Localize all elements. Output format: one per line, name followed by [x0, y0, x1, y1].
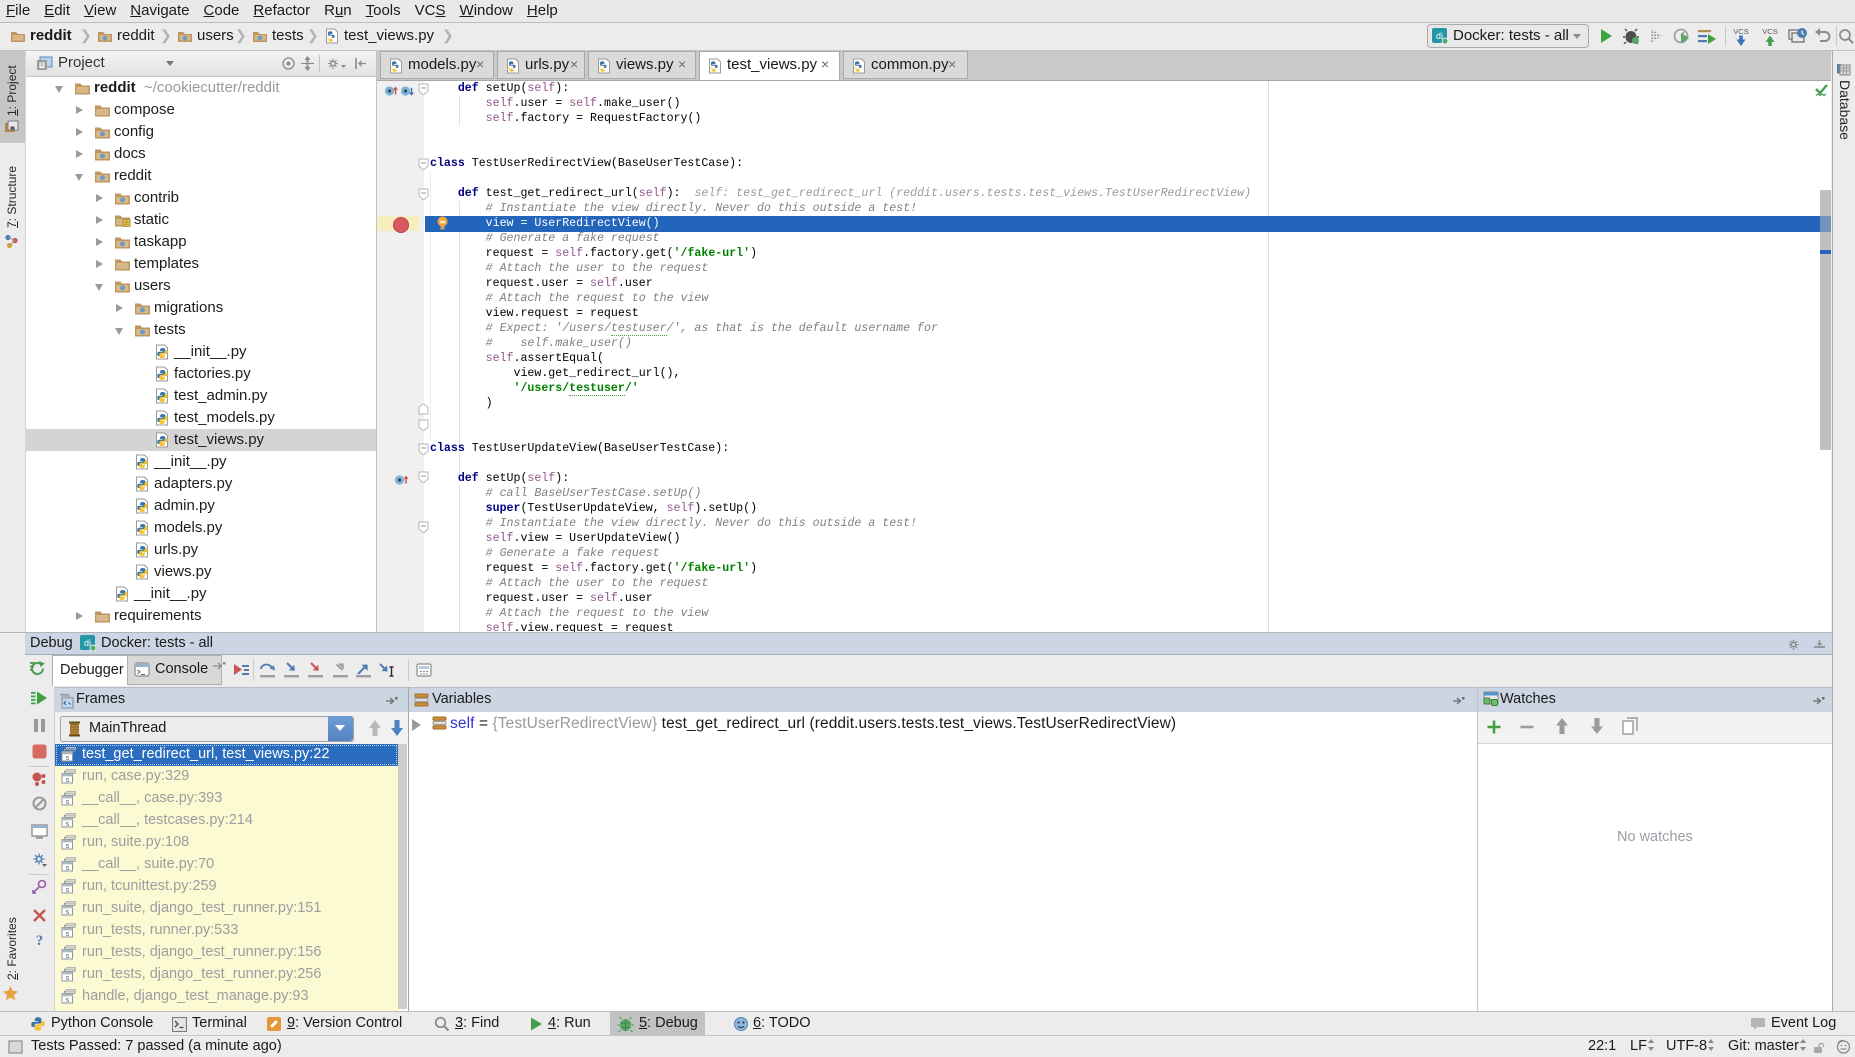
- svg-text:s: s: [66, 995, 70, 1004]
- svg-text:s: s: [66, 819, 70, 828]
- svg-text:s: s: [66, 797, 70, 806]
- svg-text:VCS: VCS: [1762, 27, 1777, 36]
- svg-text:?: ?: [36, 933, 44, 948]
- svg-text:s: s: [66, 929, 70, 938]
- svg-text:s: s: [66, 753, 70, 762]
- svg-text:s: s: [66, 885, 70, 894]
- svg-text:VCS: VCS: [1733, 27, 1748, 36]
- svg-text:s: s: [66, 841, 70, 850]
- svg-text:s: s: [66, 973, 70, 982]
- svg-text:s: s: [66, 775, 70, 784]
- svg-text:s: s: [66, 907, 70, 916]
- svg-text:s: s: [66, 863, 70, 872]
- svg-text:s: s: [66, 951, 70, 960]
